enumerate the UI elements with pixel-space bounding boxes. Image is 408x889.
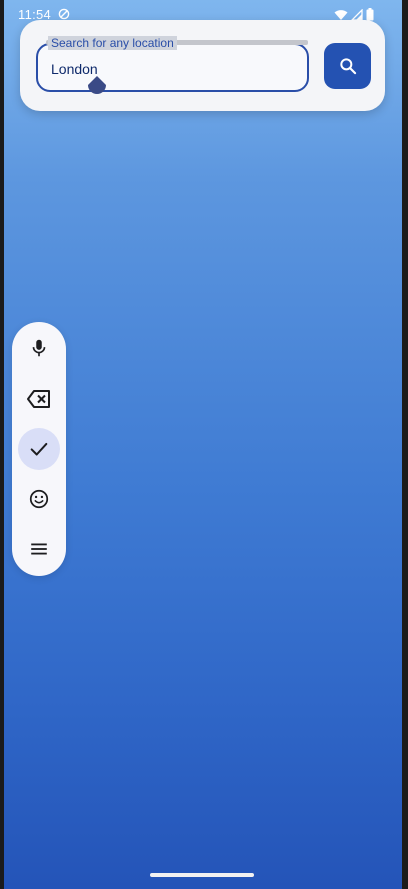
emoji-icon [29,489,49,509]
signal-icon [351,8,363,21]
menu-icon [31,543,47,555]
search-button[interactable] [324,43,371,89]
check-icon [30,442,48,456]
wifi-icon [334,9,348,20]
microphone-icon [32,339,46,357]
search-card: Search for any location London [20,20,385,111]
app-screen: 11:54 Search for any location London [4,0,402,889]
search-field-label: Search for any location [48,36,177,50]
backspace-button[interactable] [18,378,60,420]
battery-icon [366,8,374,21]
home-indicator[interactable] [150,873,254,877]
done-button[interactable] [18,428,60,470]
floating-keyboard-toolbar [12,322,66,576]
search-input[interactable]: London [51,61,98,77]
menu-button[interactable] [18,528,60,570]
do-not-disturb-icon [58,8,70,20]
microphone-button[interactable] [18,327,60,369]
search-field[interactable]: Search for any location London [36,36,309,94]
text-cursor-handle[interactable] [87,76,107,98]
backspace-icon [27,390,50,408]
search-icon [339,58,356,75]
emoji-button[interactable] [18,478,60,520]
